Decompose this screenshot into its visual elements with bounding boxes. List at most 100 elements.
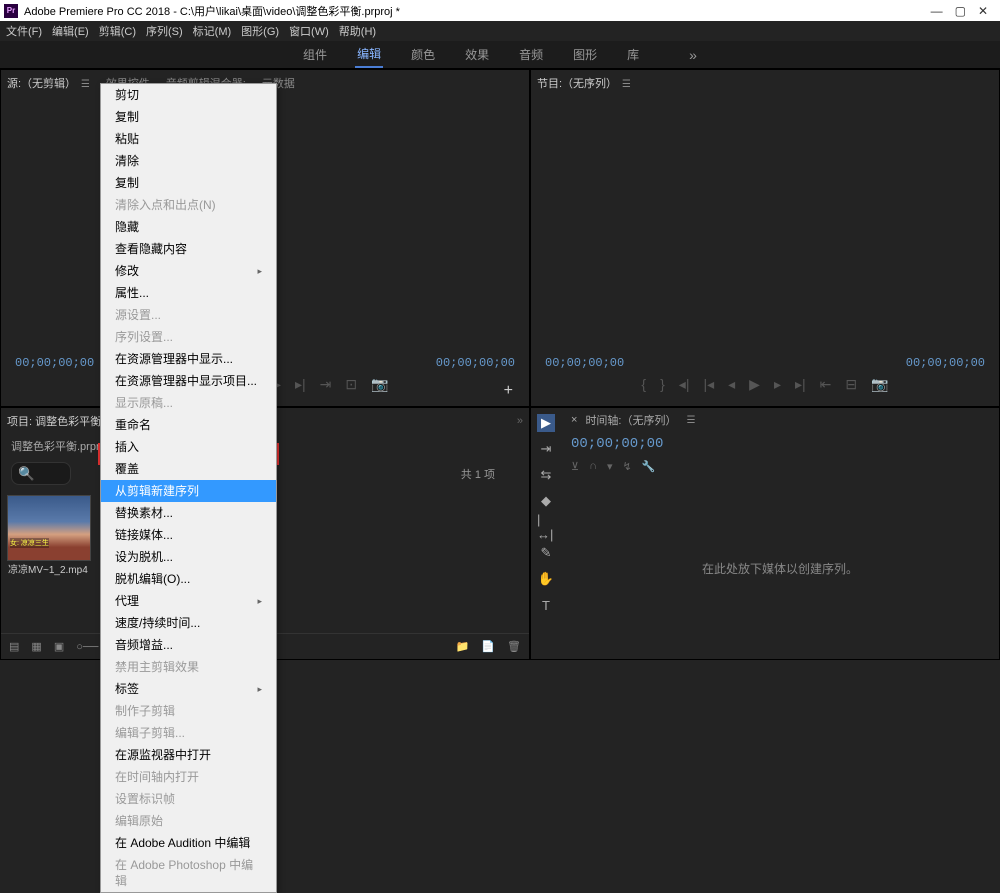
ctx-item[interactable]: 从剪辑新建序列 xyxy=(101,480,276,502)
ctx-item: 编辑原始 xyxy=(101,810,276,832)
lift-icon[interactable]: ⇤ xyxy=(820,376,832,393)
settings-icon[interactable]: ↯ xyxy=(623,460,632,473)
mark-in-icon[interactable]: { xyxy=(641,376,646,393)
icon-view-icon[interactable]: ▦ xyxy=(31,640,41,653)
ripple-edit-tool-icon[interactable]: ⇆ xyxy=(537,466,555,484)
menu-sequence[interactable]: 序列(S) xyxy=(146,23,183,39)
ws-tab-effects[interactable]: 效果 xyxy=(463,42,491,67)
link-icon[interactable]: ∩ xyxy=(589,460,597,473)
wrench-icon[interactable]: 🔧 xyxy=(642,460,656,473)
extract-icon[interactable]: ⊟ xyxy=(845,376,857,393)
list-view-icon[interactable]: ▤ xyxy=(9,640,19,653)
ctx-item[interactable]: 替换素材... xyxy=(101,502,276,524)
delete-icon[interactable]: 🗑 xyxy=(507,640,521,653)
program-transport: { } ◂| |◂ ◂ ▶ ▸ ▸| ⇤ ⊟ 📷 xyxy=(531,370,999,399)
clip-thumbnail[interactable]: 女: 凉凉三生 凉凉MV~1_2.mp4 xyxy=(7,495,91,561)
ws-tab-assembly[interactable]: 组件 xyxy=(301,42,329,67)
overwrite-icon[interactable]: ⊡ xyxy=(345,376,357,393)
timeline-title: 时间轴:（无序列） xyxy=(585,412,676,428)
menu-edit[interactable]: 编辑(E) xyxy=(52,23,89,39)
panel-overflow-icon[interactable]: » xyxy=(517,415,523,427)
close-button[interactable]: ✕ xyxy=(978,4,988,18)
ctx-item[interactable]: 速度/持续时间... xyxy=(101,612,276,634)
ctx-item[interactable]: 复制 xyxy=(101,172,276,194)
ctx-item[interactable]: 音频增益... xyxy=(101,634,276,656)
timeline-timecode[interactable]: 00;00;00;00 xyxy=(561,432,999,456)
menu-marker[interactable]: 标记(M) xyxy=(193,23,232,39)
pen-tool-icon[interactable]: ✎ xyxy=(537,544,555,562)
marker-add-icon[interactable]: ▾ xyxy=(607,460,613,473)
ctx-item[interactable]: 插入 xyxy=(101,436,276,458)
freeform-view-icon[interactable]: ▣ xyxy=(54,640,64,653)
step-fwd-frame-icon[interactable]: ▸ xyxy=(774,376,781,393)
ctx-item[interactable]: 修改 xyxy=(101,260,276,282)
ctx-item[interactable]: 查看隐藏内容 xyxy=(101,238,276,260)
ctx-item[interactable]: 在资源管理器中显示项目... xyxy=(101,370,276,392)
menu-window[interactable]: 窗口(W) xyxy=(289,23,329,39)
menu-help[interactable]: 帮助(H) xyxy=(339,23,376,39)
panel-menu-icon[interactable]: ☰ xyxy=(687,415,696,426)
play-icon[interactable]: ▶ xyxy=(749,376,760,393)
new-bin-icon[interactable]: 📁 xyxy=(456,640,470,653)
ctx-item[interactable]: 粘贴 xyxy=(101,128,276,150)
ctx-item[interactable]: 属性... xyxy=(101,282,276,304)
project-search-input[interactable] xyxy=(11,462,71,485)
step-back-icon[interactable]: ◂| xyxy=(679,376,690,393)
go-to-in-icon[interactable]: |◂ xyxy=(703,376,714,393)
timeline-empty-message: 在此处放下媒体以创建序列。 xyxy=(561,477,999,659)
ctx-item[interactable]: 清除 xyxy=(101,150,276,172)
project-tab[interactable]: 项目: 调整色彩平衡 xyxy=(7,413,101,429)
ctx-item[interactable]: 隐藏 xyxy=(101,216,276,238)
ctx-item[interactable]: 设为脱机... xyxy=(101,546,276,568)
menu-graphics[interactable]: 图形(G) xyxy=(241,23,279,39)
source-tab[interactable]: 源:（无剪辑） ☰ xyxy=(7,75,90,91)
export-frame-icon[interactable]: 📷 xyxy=(371,376,388,393)
source-tc-right: 00;00;00;00 xyxy=(436,356,515,370)
panel-menu-icon[interactable]: ☰ xyxy=(619,79,631,90)
menu-file[interactable]: 文件(F) xyxy=(6,23,42,39)
selection-tool-icon[interactable]: ▶ xyxy=(537,414,555,432)
minimize-button[interactable]: — xyxy=(931,4,943,18)
button-editor-icon[interactable]: + xyxy=(504,382,513,400)
tools-panel: ▶ ⇥ ⇆ ◆ |↔| ✎ ✋ T xyxy=(531,408,561,659)
context-menu: 剪切复制粘贴清除复制清除入点和出点(N)隐藏查看隐藏内容修改属性...源设置..… xyxy=(100,83,277,893)
go-to-out-icon[interactable]: ▸| xyxy=(295,376,306,393)
step-back-frame-icon[interactable]: ◂ xyxy=(728,376,735,393)
close-icon[interactable]: × xyxy=(571,414,577,426)
ctx-item[interactable]: 重命名 xyxy=(101,414,276,436)
ctx-item[interactable]: 覆盖 xyxy=(101,458,276,480)
ws-tab-editing[interactable]: 编辑 xyxy=(355,41,383,68)
new-item-icon[interactable]: 📄 xyxy=(481,640,495,653)
ws-tab-graphics[interactable]: 图形 xyxy=(571,42,599,67)
export-frame-icon[interactable]: 📷 xyxy=(871,376,888,393)
track-select-tool-icon[interactable]: ⇥ xyxy=(537,440,555,458)
clip-overlay-text: 女: 凉凉三生 xyxy=(10,538,49,548)
ws-tab-libraries[interactable]: 库 xyxy=(625,42,641,67)
ctx-item[interactable]: 脱机编辑(O)... xyxy=(101,568,276,590)
snap-icon[interactable]: ⊻ xyxy=(571,460,579,473)
hand-tool-icon[interactable]: ✋ xyxy=(537,570,555,588)
type-tool-icon[interactable]: T xyxy=(537,596,555,614)
zoom-slider[interactable]: ○── xyxy=(76,641,98,653)
slip-tool-icon[interactable]: |↔| xyxy=(537,518,555,536)
insert-icon[interactable]: ⇥ xyxy=(320,376,332,393)
ctx-item[interactable]: 在 Adobe Audition 中编辑 xyxy=(101,832,276,854)
ws-more-button[interactable]: » xyxy=(687,43,699,67)
ctx-item[interactable]: 在源监视器中打开 xyxy=(101,744,276,766)
ctx-item[interactable]: 在资源管理器中显示... xyxy=(101,348,276,370)
ctx-item[interactable]: 复制 xyxy=(101,106,276,128)
timeline-panel: ▶ ⇥ ⇆ ◆ |↔| ✎ ✋ T × 时间轴:（无序列） ☰ 00;00;00… xyxy=(530,407,1000,660)
menu-clip[interactable]: 剪辑(C) xyxy=(99,23,136,39)
maximize-button[interactable]: ▢ xyxy=(955,4,966,18)
mark-out-icon[interactable]: } xyxy=(660,376,665,393)
ws-tab-audio[interactable]: 音频 xyxy=(517,42,545,67)
ctx-item[interactable]: 链接媒体... xyxy=(101,524,276,546)
panel-menu-icon[interactable]: ☰ xyxy=(78,79,90,90)
ctx-item[interactable]: 代理 xyxy=(101,590,276,612)
razor-tool-icon[interactable]: ◆ xyxy=(537,492,555,510)
go-to-out-icon[interactable]: ▸| xyxy=(795,376,806,393)
ws-tab-color[interactable]: 颜色 xyxy=(409,42,437,67)
ctx-item[interactable]: 剪切 xyxy=(101,84,276,106)
program-tab[interactable]: 节目:（无序列） ☰ xyxy=(537,75,631,91)
ctx-item[interactable]: 标签 xyxy=(101,678,276,700)
